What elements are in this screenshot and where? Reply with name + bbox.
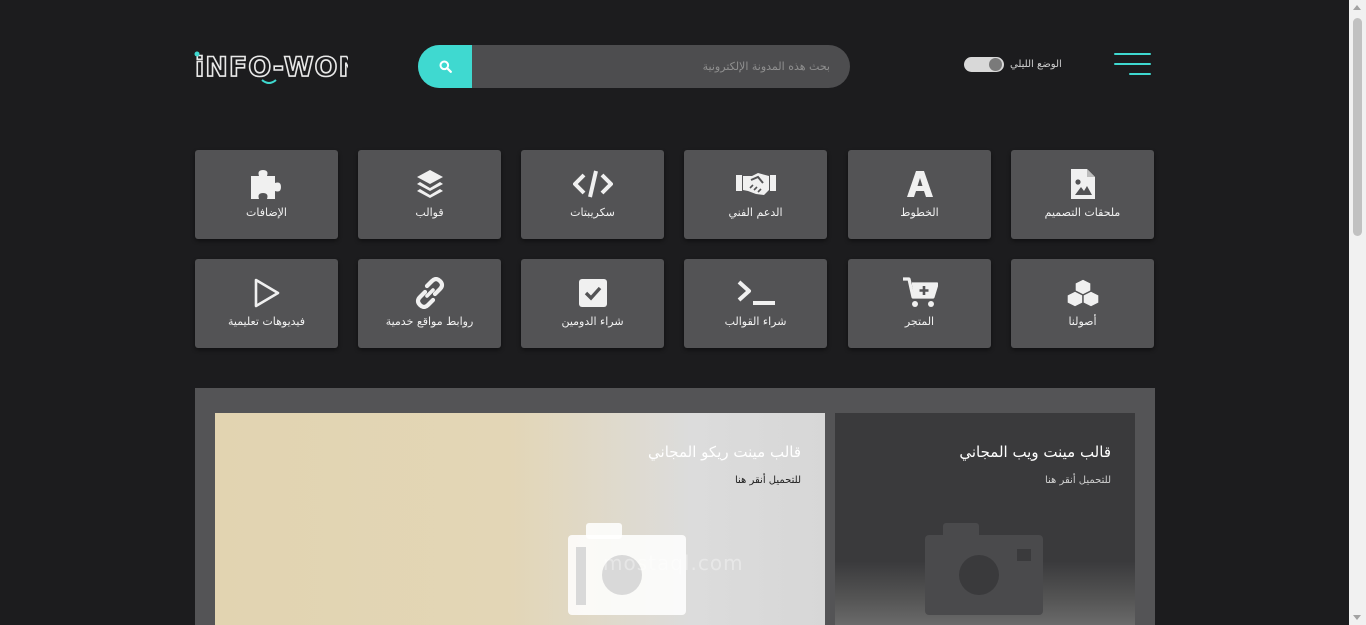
page-scrollbar[interactable] bbox=[1349, 0, 1366, 625]
night-mode-toggle[interactable] bbox=[964, 57, 1004, 72]
tile-design-assets[interactable]: ملحقات التصميم bbox=[1011, 150, 1154, 239]
link-icon bbox=[414, 277, 446, 309]
search-icon bbox=[439, 60, 452, 73]
handshake-icon bbox=[735, 168, 776, 200]
search-input[interactable] bbox=[472, 45, 850, 88]
featured-card-web[interactable]: قالب مينت ويب المجاني للتحميل أنقر هنا bbox=[835, 413, 1135, 625]
tile-label: الإضافات bbox=[246, 206, 287, 219]
scroll-down-icon[interactable] bbox=[1353, 615, 1361, 620]
tile-store[interactable]: المتجر bbox=[848, 259, 991, 348]
layers-icon bbox=[416, 168, 444, 200]
tile-label: الخطوط bbox=[900, 206, 939, 219]
search-button[interactable] bbox=[418, 45, 472, 88]
tile-label: شراء الدومين bbox=[561, 315, 624, 328]
tile-label: قوالب bbox=[415, 206, 444, 219]
tile-label: شراء القوالب bbox=[724, 315, 787, 328]
tile-label: الدعم الفني bbox=[728, 206, 783, 219]
code-icon bbox=[572, 168, 613, 200]
terminal-icon bbox=[736, 277, 776, 309]
tile-assets[interactable]: أصولنا bbox=[1011, 259, 1154, 348]
image-placeholder-icon bbox=[925, 523, 1043, 615]
featured-section: قالب مينت ريكو المجاني للتحميل أنقر هنا … bbox=[195, 388, 1155, 625]
search-bar bbox=[418, 45, 850, 88]
scroll-up-icon[interactable] bbox=[1353, 5, 1361, 10]
tile-label: سكريبتات bbox=[570, 206, 615, 219]
menu-icon[interactable] bbox=[1114, 53, 1151, 77]
tile-scripts[interactable]: سكريبتات bbox=[521, 150, 664, 239]
card-title[interactable]: قالب مينت ويب المجاني bbox=[959, 443, 1111, 461]
play-icon bbox=[253, 277, 281, 309]
featured-card-rico[interactable]: قالب مينت ريكو المجاني للتحميل أنقر هنا … bbox=[215, 413, 825, 625]
night-mode-control: الوضع الليلي bbox=[964, 57, 1062, 72]
image-file-icon bbox=[1070, 168, 1095, 200]
scrollbar-thumb[interactable] bbox=[1353, 18, 1362, 236]
tile-label: ملحقات التصميم bbox=[1044, 206, 1121, 219]
tile-templates[interactable]: قوالب bbox=[358, 150, 501, 239]
tile-service-links[interactable]: روابط مواقع خدمية bbox=[358, 259, 501, 348]
tile-buy-templates[interactable]: شراء القوالب bbox=[684, 259, 827, 348]
svg-text:iNFO-WON: iNFO-WON bbox=[195, 52, 348, 83]
checkbox-icon bbox=[578, 277, 607, 309]
cart-plus-icon bbox=[902, 277, 938, 309]
tile-fonts[interactable]: الخطوط bbox=[848, 150, 991, 239]
tile-buy-domain[interactable]: شراء الدومين bbox=[521, 259, 664, 348]
tile-plugins[interactable]: الإضافات bbox=[195, 150, 338, 239]
puzzle-icon bbox=[249, 168, 285, 200]
tile-label: المتجر bbox=[904, 315, 935, 328]
card-title[interactable]: قالب مينت ريكو المجاني bbox=[648, 443, 801, 461]
site-logo[interactable]: iNFO-WON bbox=[194, 47, 348, 85]
card-download-link[interactable]: للتحميل أنقر هنا bbox=[1045, 475, 1111, 486]
font-icon bbox=[906, 168, 934, 200]
cubes-icon bbox=[1065, 277, 1100, 309]
tile-support[interactable]: الدعم الفني bbox=[684, 150, 827, 239]
tile-label: فيديوهات تعليمية bbox=[227, 315, 305, 328]
tile-label: روابط مواقع خدمية bbox=[385, 315, 474, 328]
tile-label: أصولنا bbox=[1068, 315, 1097, 328]
tile-tutorial-videos[interactable]: فيديوهات تعليمية bbox=[195, 259, 338, 348]
night-mode-label: الوضع الليلي bbox=[1010, 59, 1062, 70]
card-download-link[interactable]: للتحميل أنقر هنا bbox=[735, 475, 801, 486]
watermark: mostaql.com bbox=[603, 551, 744, 575]
